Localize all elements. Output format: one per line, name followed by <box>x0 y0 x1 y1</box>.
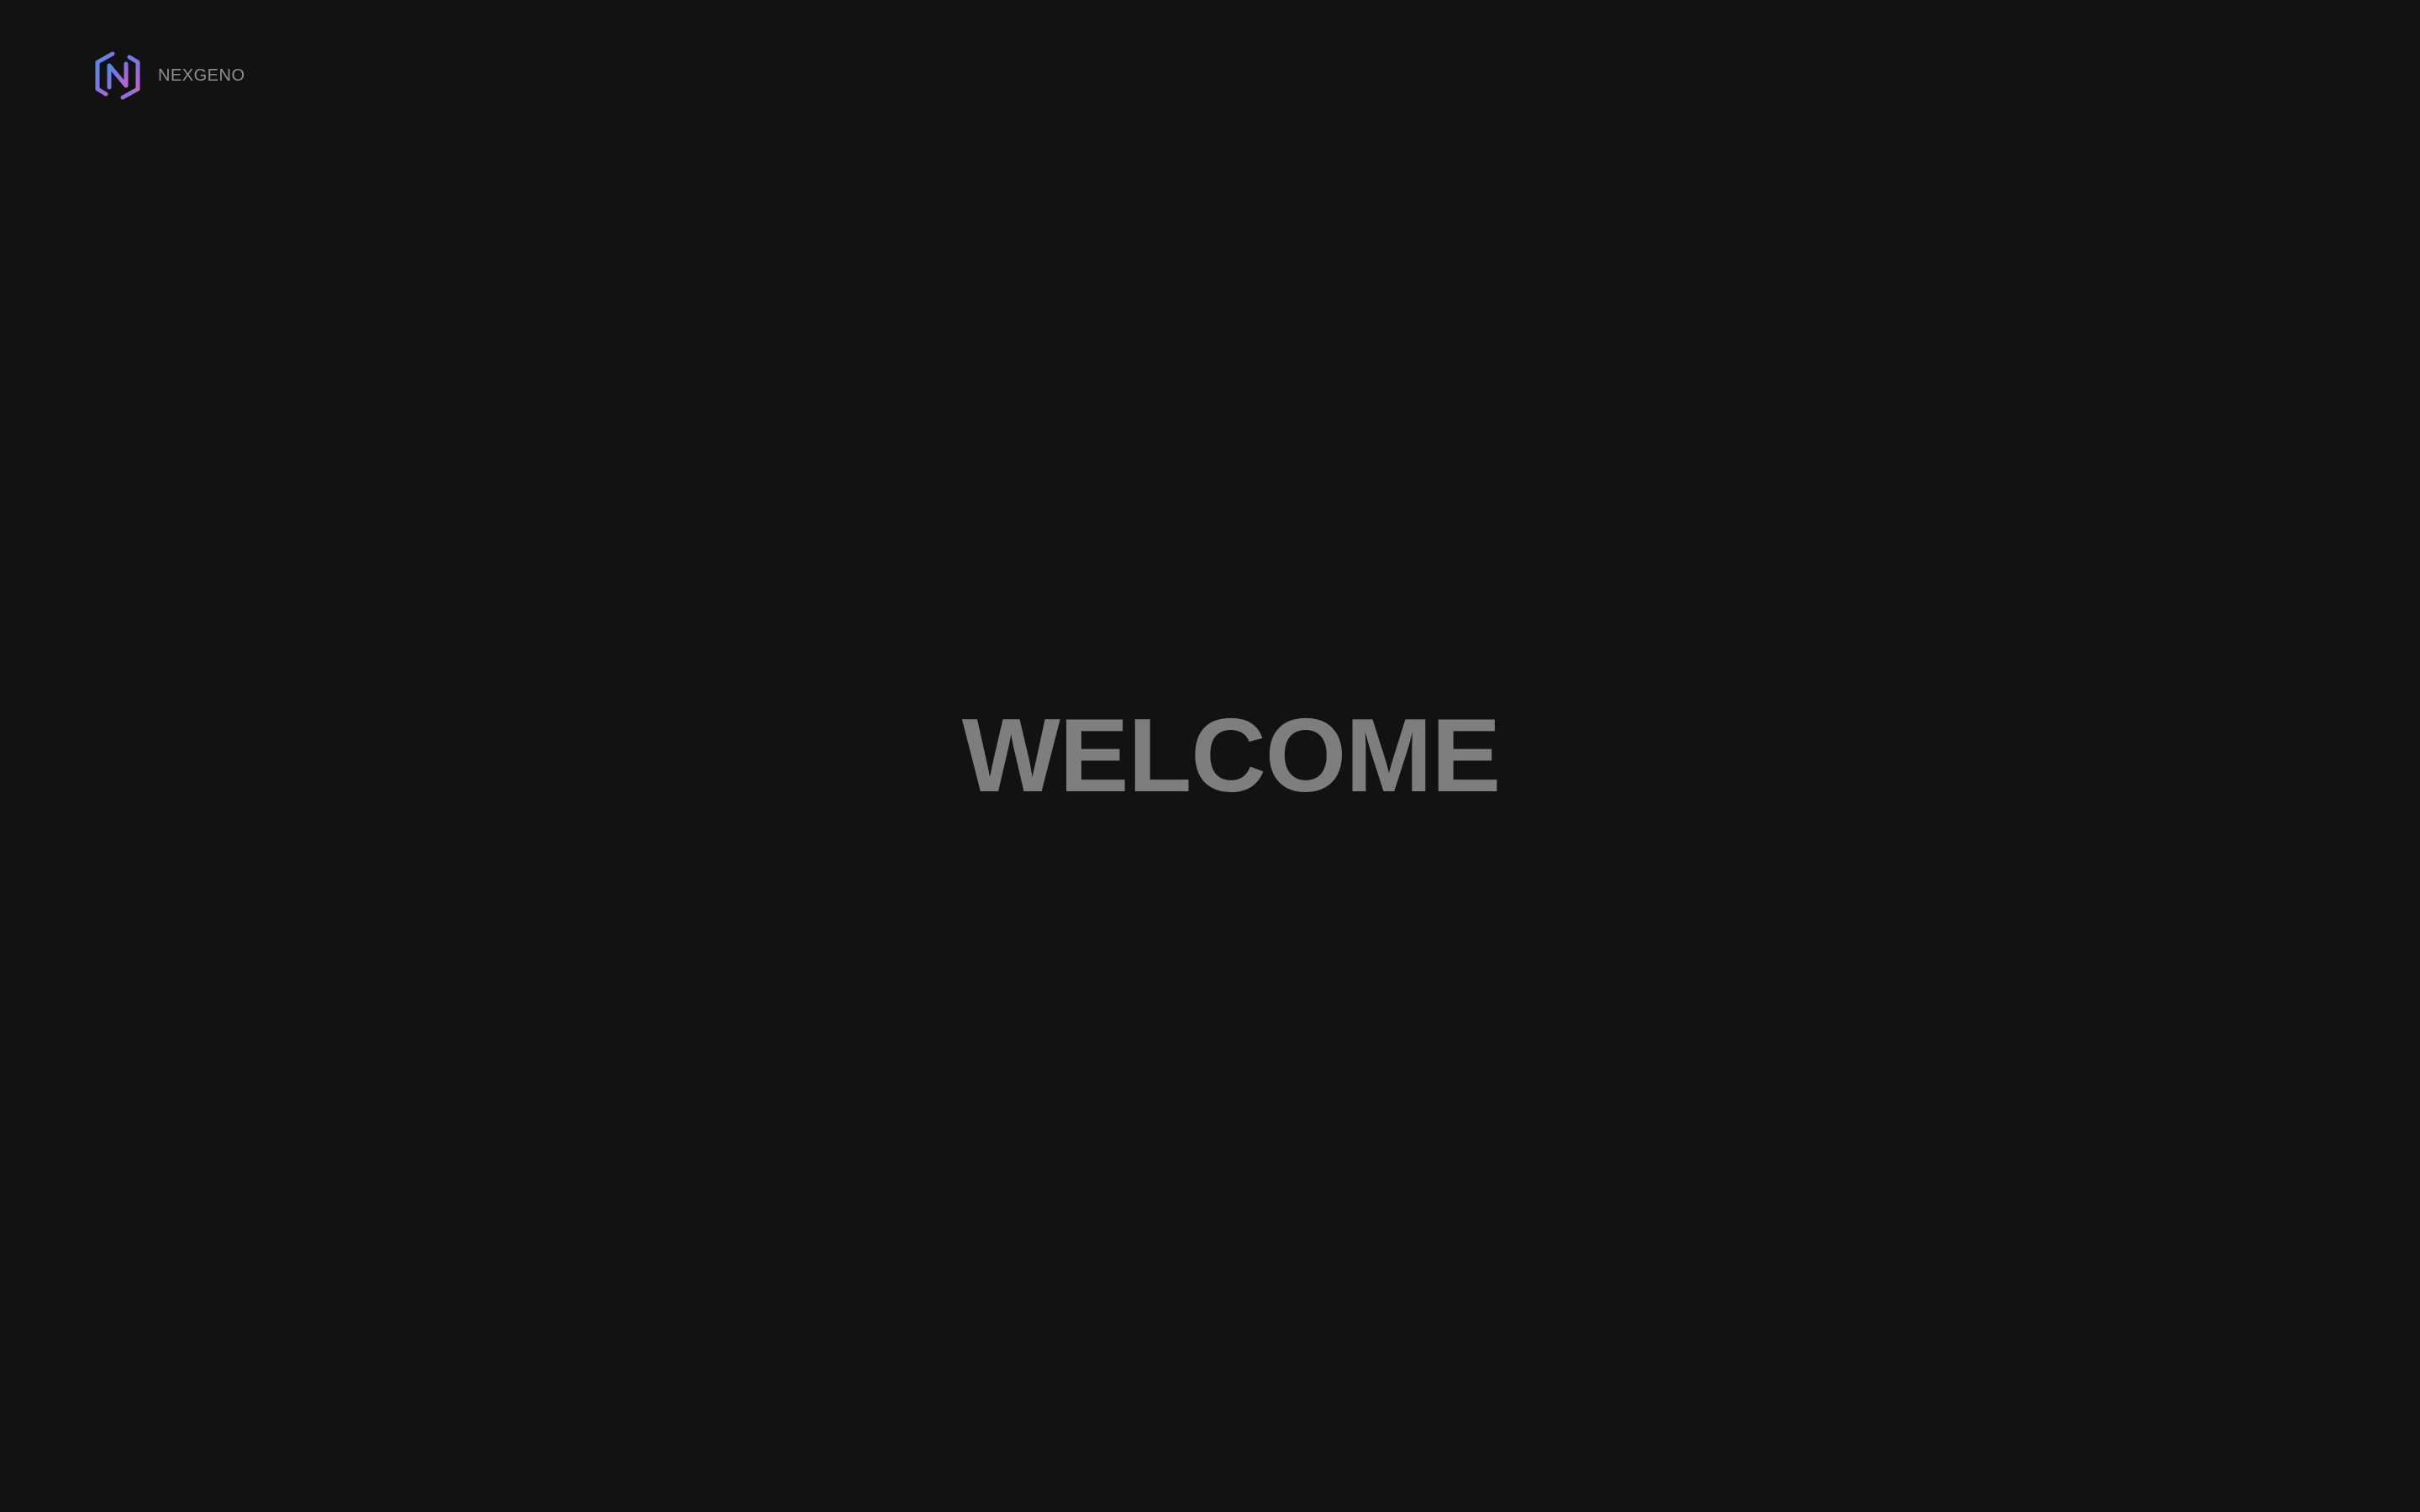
welcome-title: WELCOME <box>961 698 1501 814</box>
hero-section: WELCOME <box>0 0 2420 1512</box>
